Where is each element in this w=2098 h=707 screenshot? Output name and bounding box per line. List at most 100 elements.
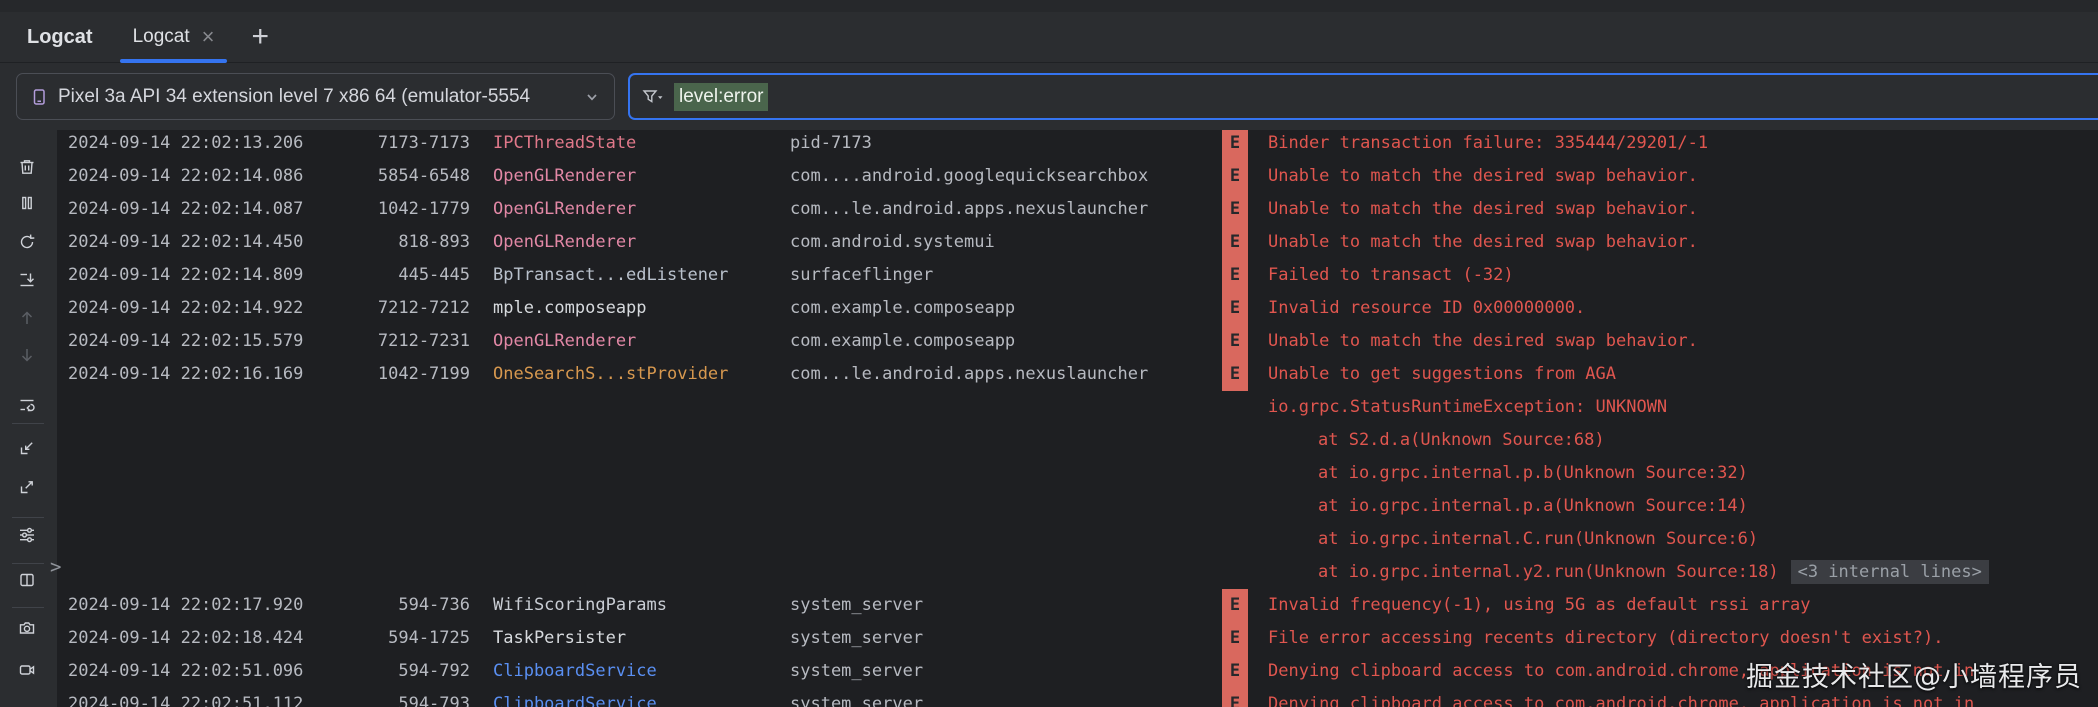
log-tag: OpenGLRenderer xyxy=(493,226,790,259)
log-message: at io.grpc.internal.p.a(Unknown Source:1… xyxy=(1268,490,2098,523)
log-message: io.grpc.StatusRuntimeException: UNKNOWN xyxy=(1268,391,2098,424)
close-tab-icon[interactable]: × xyxy=(202,26,215,48)
record-screen-icon[interactable] xyxy=(17,660,37,680)
log-row[interactable]: at S2.d.a(Unknown Source:68) xyxy=(57,424,2098,457)
split-panels-icon[interactable] xyxy=(17,570,37,590)
log-level-cell: E xyxy=(1222,688,1248,707)
log-pid-tid: 818-893 xyxy=(303,226,470,259)
export-logs-icon[interactable] xyxy=(17,477,37,497)
log-timestamp: 2024-09-14 22:02:14.809 xyxy=(57,259,303,292)
logcat-filter-input[interactable]: level:error xyxy=(628,73,2098,120)
watermark: 掘金技术社区@小墙程序员 xyxy=(1746,655,2082,694)
log-message: Unable to get suggestions from AGA xyxy=(1268,358,2098,391)
log-level-badge: E xyxy=(1222,325,1248,358)
log-pid-tid: 445-445 xyxy=(303,259,470,292)
scroll-to-end-icon[interactable] xyxy=(17,270,37,290)
log-pid-tid: 594-792 xyxy=(303,655,470,688)
log-package: com.example.composeapp xyxy=(790,325,1222,358)
filter-query[interactable]: level:error xyxy=(674,83,768,111)
log-level-cell: E xyxy=(1222,160,1248,193)
log-message: at io.grpc.internal.C.run(Unknown Source… xyxy=(1268,523,2098,556)
new-tab-button[interactable]: + xyxy=(243,22,277,52)
log-row-gutter xyxy=(57,523,1248,556)
log-timestamp: 2024-09-14 22:02:51.112 xyxy=(57,688,303,707)
log-level-badge: E xyxy=(1222,193,1248,226)
tab-logcat[interactable]: Logcat × xyxy=(120,12,228,62)
log-tag: IPCThreadState xyxy=(493,130,790,160)
log-row[interactable]: 2024-09-14 22:02:14.0871042-1779OpenGLRe… xyxy=(57,193,2098,226)
expand-chevron-icon[interactable]: > xyxy=(50,556,61,578)
logcat-formatting-options-icon[interactable] xyxy=(17,525,37,545)
log-row[interactable]: io.grpc.StatusRuntimeException: UNKNOWN xyxy=(57,391,2098,424)
log-row[interactable]: 2024-09-14 22:02:14.0865854-6548OpenGLRe… xyxy=(57,160,2098,193)
previous-occurrence-icon[interactable] xyxy=(17,308,37,328)
log-row-gutter xyxy=(57,556,1248,589)
log-timestamp: 2024-09-14 22:02:14.087 xyxy=(57,193,303,226)
log-level-badge: E xyxy=(1222,130,1248,160)
filter-funnel-icon[interactable] xyxy=(641,87,665,107)
pause-logcat-icon[interactable] xyxy=(17,193,37,213)
log-timestamp: 2024-09-14 22:02:17.920 xyxy=(57,589,303,622)
log-level-cell: E xyxy=(1222,622,1248,655)
log-tag: WifiScoringParams xyxy=(493,589,790,622)
tool-window-title: Logcat xyxy=(27,26,93,49)
log-row[interactable]: at io.grpc.internal.p.a(Unknown Source:1… xyxy=(57,490,2098,523)
log-view[interactable]: 2024-09-14 22:02:13.2067173-7173IPCThrea… xyxy=(57,130,2098,707)
log-row[interactable]: at io.grpc.internal.C.run(Unknown Source… xyxy=(57,523,2098,556)
log-level-badge: E xyxy=(1222,688,1248,707)
fold-hint-chip[interactable]: <3 internal lines> xyxy=(1791,560,1989,584)
logcat-side-toolbar xyxy=(0,130,57,707)
soft-wrap-icon[interactable] xyxy=(17,395,37,415)
log-timestamp: 2024-09-14 22:02:18.424 xyxy=(57,622,303,655)
logcat-tool-window-header: Logcat Logcat × + Pixel 3a API 34 extens… xyxy=(0,0,2098,130)
log-package: com....android.googlequicksearchbox xyxy=(790,160,1222,193)
log-row[interactable]: at io.grpc.internal.p.b(Unknown Source:3… xyxy=(57,457,2098,490)
log-tag: TaskPersister xyxy=(493,622,790,655)
log-pid-tid: 7212-7231 xyxy=(303,325,470,358)
import-logs-icon[interactable] xyxy=(17,438,37,458)
log-tag: BpTransact...edListener xyxy=(493,259,790,292)
log-message: Binder transaction failure: 335444/29201… xyxy=(1268,130,2098,160)
log-row[interactable]: at io.grpc.internal.y2.run(Unknown Sourc… xyxy=(57,556,2098,589)
log-package: surfaceflinger xyxy=(790,259,1222,292)
take-screenshot-icon[interactable] xyxy=(17,618,37,638)
logcat-toolbar: Pixel 3a API 34 extension level 7 x86 64… xyxy=(0,63,2098,130)
log-level-cell: E xyxy=(1222,292,1248,325)
next-occurrence-icon[interactable] xyxy=(17,345,37,365)
log-row-gutter xyxy=(57,391,1248,424)
log-level-cell: E xyxy=(1222,325,1248,358)
log-pid-tid: 5854-6548 xyxy=(303,160,470,193)
log-timestamp: 2024-09-14 22:02:14.922 xyxy=(57,292,303,325)
log-message: Unable to match the desired swap behavio… xyxy=(1268,193,2098,226)
log-timestamp: 2024-09-14 22:02:51.096 xyxy=(57,655,303,688)
log-row[interactable]: 2024-09-14 22:02:15.5797212-7231OpenGLRe… xyxy=(57,325,2098,358)
log-tag: ClipboardService xyxy=(493,688,790,707)
log-pid-tid: 7212-7212 xyxy=(303,292,470,325)
log-level-cell: E xyxy=(1222,130,1248,160)
log-package: system_server xyxy=(790,622,1222,655)
active-tab-indicator xyxy=(120,59,228,63)
toolbar-separator xyxy=(12,423,44,424)
log-level-cell: E xyxy=(1222,226,1248,259)
clear-logcat-icon[interactable] xyxy=(17,157,37,177)
log-tag: mple.composeapp xyxy=(493,292,790,325)
device-selector-value: Pixel 3a API 34 extension level 7 x86 64… xyxy=(58,86,530,108)
log-message: File error accessing recents directory (… xyxy=(1268,622,2098,655)
log-row[interactable]: 2024-09-14 22:02:14.9227212-7212 mple.com… xyxy=(57,292,2098,325)
log-row[interactable]: 2024-09-14 22:02:14.809445-445 BpTransact… xyxy=(57,259,2098,292)
log-row[interactable]: 2024-09-14 22:02:17.920594-736WifiScorin… xyxy=(57,589,2098,622)
log-row[interactable]: 2024-09-14 22:02:14.450818-893OpenGLRend… xyxy=(57,226,2098,259)
log-row[interactable]: 2024-09-14 22:02:13.2067173-7173IPCThrea… xyxy=(57,130,2098,160)
log-timestamp: 2024-09-14 22:02:16.169 xyxy=(57,358,303,391)
log-level-badge: E xyxy=(1222,160,1248,193)
restart-logcat-icon[interactable] xyxy=(17,232,37,252)
log-message: Unable to match the desired swap behavio… xyxy=(1268,160,2098,193)
log-row[interactable]: 2024-09-14 22:02:18.424594-1725TaskPersi… xyxy=(57,622,2098,655)
log-row[interactable]: 2024-09-14 22:02:16.1691042-7199OneSearc… xyxy=(57,358,2098,391)
log-package: system_server xyxy=(790,655,1222,688)
device-selector-dropdown[interactable]: Pixel 3a API 34 extension level 7 x86 64… xyxy=(16,73,615,120)
log-message: Failed to transact (-32) xyxy=(1268,259,2098,292)
log-package: com.example.composeapp xyxy=(790,292,1222,325)
toolbar-separator xyxy=(12,607,44,608)
log-timestamp: 2024-09-14 22:02:13.206 xyxy=(57,130,303,160)
